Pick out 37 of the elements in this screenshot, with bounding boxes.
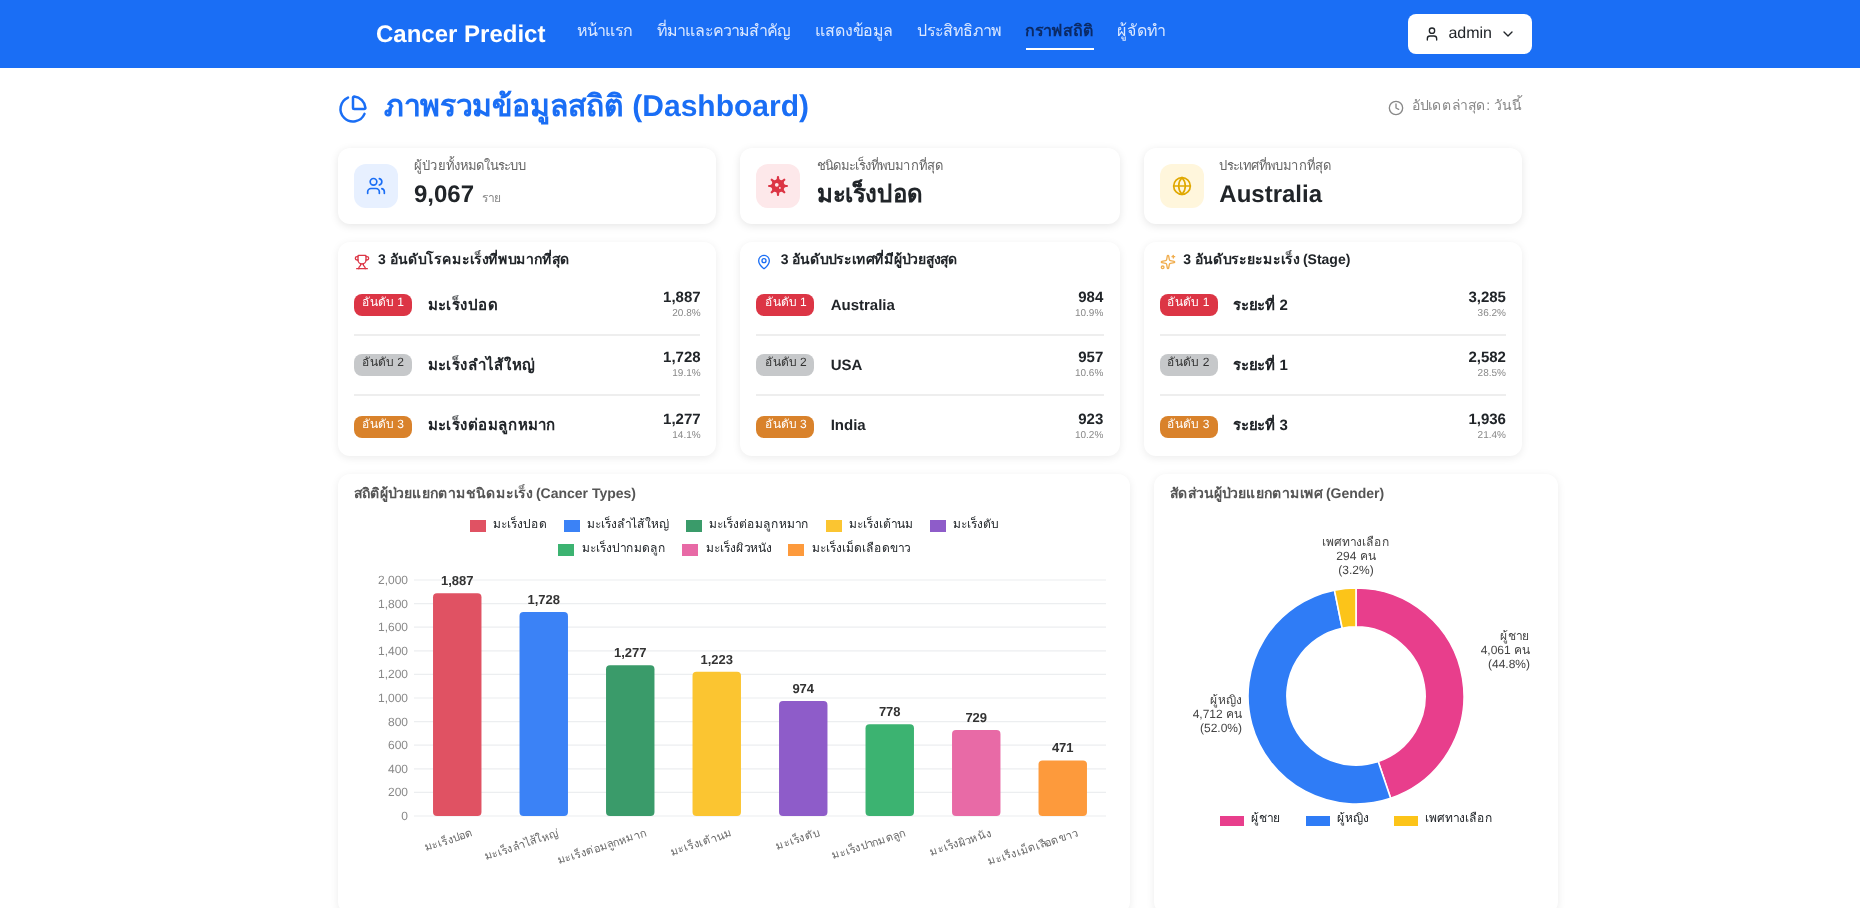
pie-chart-icon [338,93,368,124]
bar [952,729,1001,815]
sparkle-icon [1159,253,1176,270]
brand-logo[interactable]: Cancer Predict [376,16,546,52]
stat-value: มะเร็งปอด [816,177,923,213]
legend-swatch [1393,815,1417,825]
nav-link[interactable]: หน้าแรก [577,19,634,49]
nav-link[interactable]: กราฟสถิติ [1025,19,1094,49]
legend-swatch [1219,815,1243,825]
bar [779,700,828,815]
legend-swatch [685,520,701,532]
bar [1038,759,1087,815]
nav-link[interactable]: ผู้จัดทำ [1117,19,1166,49]
map-pin-icon [756,253,773,270]
stat-value: 9,067 [414,178,475,213]
legend-swatch [469,520,485,532]
legend-swatch [558,544,574,556]
nav-link[interactable]: แสดงข้อมูล [815,19,894,49]
nav-link[interactable]: ประสิทธิภาพ [917,19,1002,49]
user-icon [1424,26,1441,42]
nav-link[interactable]: ที่มาและความสำคัญ [657,19,792,49]
legend-swatch [788,544,804,556]
legend-swatch [825,520,841,532]
trophy-icon [354,253,370,270]
virus-icon [756,163,801,207]
caret-icon [1500,26,1516,42]
legend-swatch [563,520,579,532]
stat-value: Australia [1219,178,1323,213]
people-icon [354,163,398,207]
globe-icon [1159,163,1204,207]
bar [865,723,914,815]
user-menu-button[interactable]: admin [1408,14,1532,54]
legend-swatch [682,544,698,556]
page-title: ภาพรวมข้อมูลสถิติ (Dashboard) [384,88,810,129]
clock-icon [1388,100,1405,117]
legend-swatch [1305,815,1329,825]
legend-swatch [929,520,945,532]
